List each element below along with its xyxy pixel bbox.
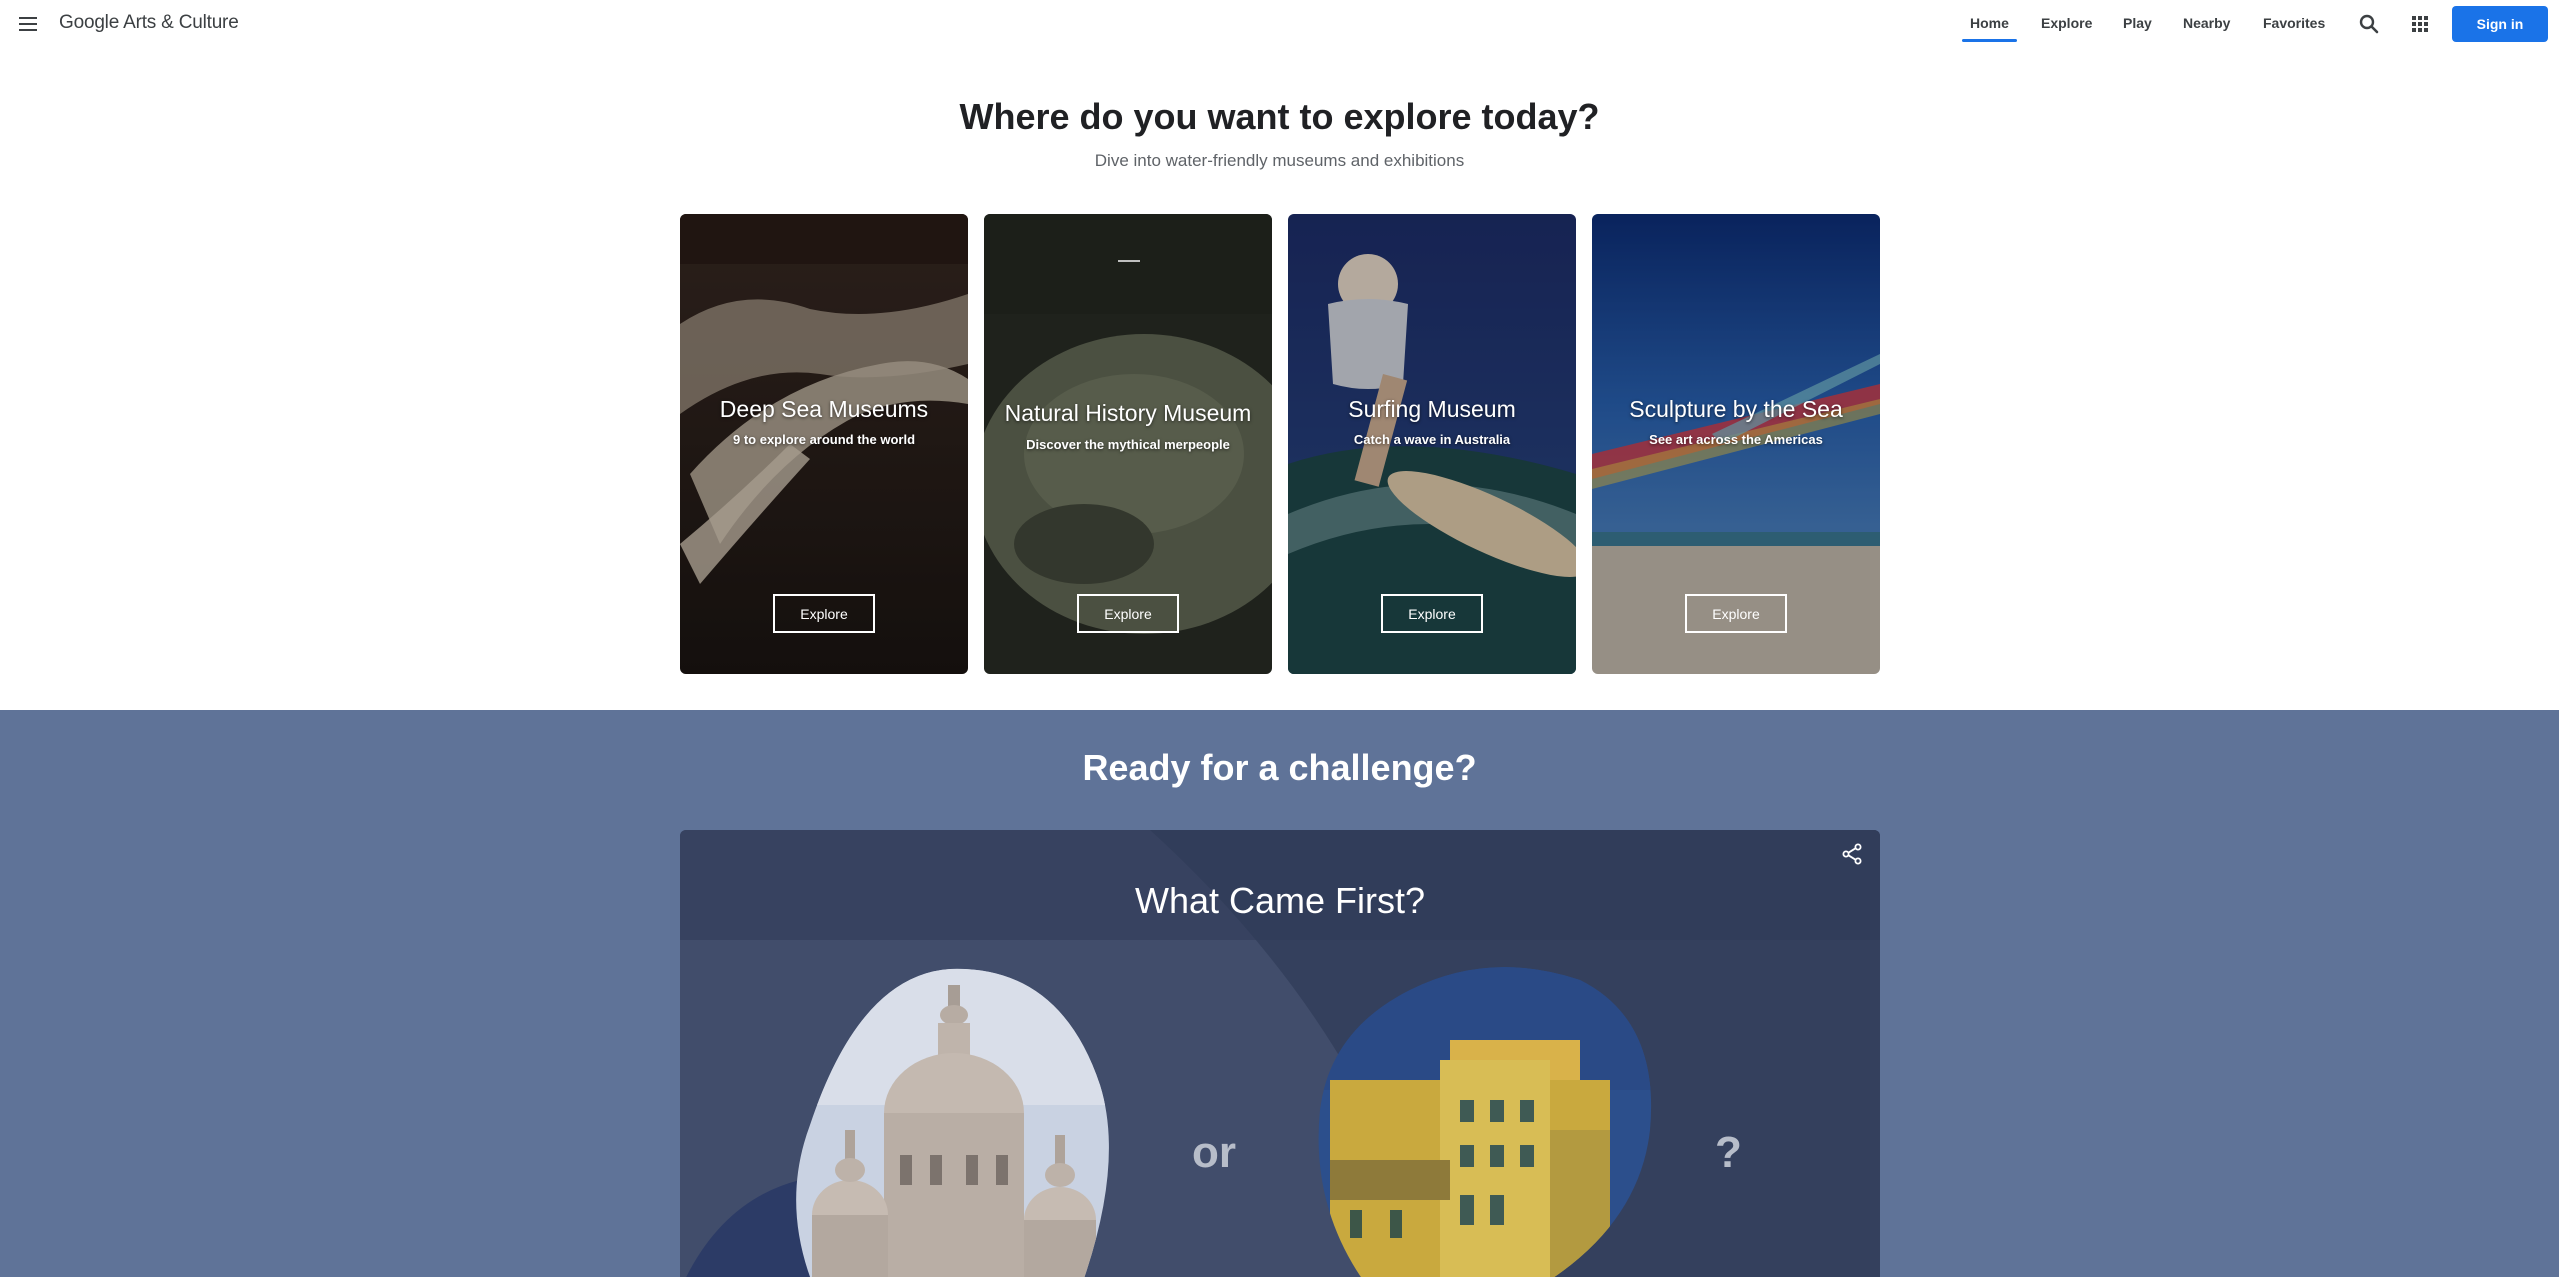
card-title: Surfing Museum [1348, 396, 1516, 422]
question-mark: ? [1715, 1128, 1742, 1177]
sign-in-button[interactable]: Sign in [2452, 6, 2548, 42]
card-subtitle: Catch a wave in Australia [1353, 432, 1511, 447]
card-subtitle: Discover the mythical merpeople [1026, 437, 1230, 452]
card-natural-history-museum[interactable]: Natural History Museum Discover the myth… [984, 214, 1272, 674]
explore-button[interactable]: Explore [1381, 594, 1483, 633]
search-icon[interactable] [2357, 12, 2381, 36]
artwork-option-left[interactable] [790, 965, 1140, 1277]
nav-favorites[interactable]: Favorites [2263, 15, 2325, 31]
artwork-option-right[interactable] [1310, 960, 1670, 1277]
apps-grid-icon[interactable] [2408, 12, 2432, 36]
nav-home[interactable]: Home [1962, 15, 2017, 42]
card-sculpture-by-the-sea[interactable]: Sculpture by the Sea See art across the … [1592, 214, 1880, 674]
card-title: Natural History Museum [1004, 400, 1252, 426]
nav-explore[interactable]: Explore [2041, 15, 2092, 31]
menu-icon[interactable] [16, 12, 40, 36]
share-icon[interactable] [1840, 842, 1864, 866]
game-title: What Came First? [1134, 880, 1426, 921]
card-subtitle: See art across the Americas [1649, 432, 1823, 447]
card-title: Sculpture by the Sea [1629, 396, 1843, 422]
nav-nearby[interactable]: Nearby [2183, 15, 2230, 31]
page-title: Where do you want to explore today? [959, 96, 1600, 137]
nav-play[interactable]: Play [2123, 15, 2152, 31]
challenge-title: Ready for a challenge? [1082, 747, 1477, 788]
explore-button[interactable]: Explore [773, 594, 875, 633]
page-subtitle: Dive into water-friendly museums and exh… [1094, 151, 1465, 170]
card-title: Deep Sea Museums [719, 396, 929, 422]
card-deep-sea-museums[interactable]: Deep Sea Museums 9 to explore around the… [680, 214, 968, 674]
card-subtitle: 9 to explore around the world [732, 432, 916, 447]
challenge-section: Ready for a challenge? What Came First? [0, 710, 2559, 1277]
card-surfing-museum[interactable]: Surfing Museum Catch a wave in Australia… [1288, 214, 1576, 674]
explore-button[interactable]: Explore [1685, 594, 1787, 633]
top-bar: Google Arts & Culture Home Explore Play … [0, 0, 2559, 48]
site-logo[interactable]: Google Arts & Culture [59, 12, 239, 34]
or-label: or [1192, 1128, 1236, 1177]
explore-button[interactable]: Explore [1077, 594, 1179, 633]
what-came-first-game[interactable]: What Came First? or ? [680, 830, 1880, 1277]
